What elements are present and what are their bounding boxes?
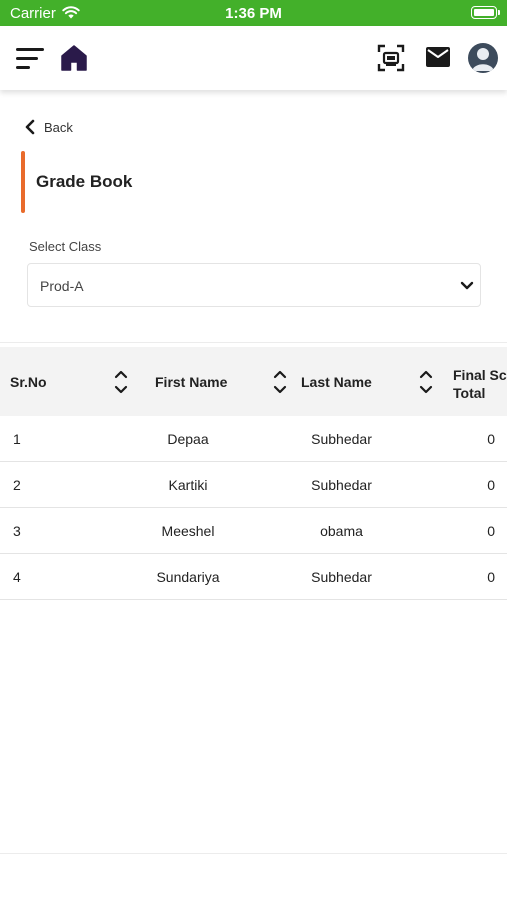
cell-final-score: 0 [487, 477, 495, 493]
cell-sr-no: 4 [13, 569, 21, 585]
battery-icon [471, 6, 500, 19]
divider [0, 342, 507, 343]
cell-first-name: Sundariya [156, 569, 220, 585]
sort-icon[interactable] [114, 369, 128, 395]
cell-first-name: Meeshel [161, 523, 215, 539]
mail-icon[interactable] [426, 47, 450, 67]
chevron-down-icon [460, 281, 474, 290]
avatar[interactable] [468, 43, 498, 73]
cell-final-score: 0 [487, 431, 495, 447]
header-last-name[interactable]: Last Name [301, 374, 372, 390]
header-first-name[interactable]: First Name [155, 374, 227, 390]
page-title: Grade Book [36, 172, 133, 191]
sort-icon[interactable] [419, 369, 433, 395]
header-final-score[interactable]: Final Sc Total [453, 367, 507, 401]
cell-final-score: 0 [487, 569, 495, 585]
header-final-score-line1: Final Sc [453, 367, 507, 383]
status-bar: Carrier 1:36 PM [0, 0, 507, 26]
cell-last-name: obama [320, 523, 363, 539]
cell-last-name: Subhedar [311, 569, 372, 585]
cell-last-name: Subhedar [311, 431, 372, 447]
cell-first-name: Kartiki [168, 477, 208, 493]
home-icon[interactable] [60, 44, 88, 72]
title-accent-bar [21, 151, 25, 213]
sort-icon[interactable] [273, 369, 287, 395]
select-class-label: Select Class [29, 239, 102, 254]
app-header [0, 26, 507, 90]
cell-first-name: Depaa [167, 431, 209, 447]
table-header: Sr.No First Name Last Name Final Sc Tota… [0, 347, 507, 416]
cell-sr-no: 3 [13, 523, 21, 539]
table-row[interactable]: 4 Sundariya Subhedar 0 [0, 554, 507, 600]
class-select-value: Prod-A [40, 278, 84, 294]
cell-last-name: Subhedar [311, 477, 372, 493]
table-row[interactable]: 3 Meeshel obama 0 [0, 508, 507, 554]
grade-table: Sr.No First Name Last Name Final Sc Tota… [0, 347, 507, 600]
header-final-score-line2: Total [453, 385, 486, 401]
back-button[interactable]: Back [24, 117, 73, 137]
user-icon [468, 43, 498, 73]
back-label: Back [44, 119, 73, 135]
cell-sr-no: 2 [13, 477, 21, 493]
table-row[interactable]: 2 Kartiki Subhedar 0 [0, 462, 507, 508]
table-row[interactable]: 1 Depaa Subhedar 0 [0, 416, 507, 462]
class-select[interactable]: Prod-A [27, 263, 481, 307]
status-time: 1:36 PM [225, 5, 282, 22]
menu-icon[interactable] [16, 48, 44, 70]
bottom-divider [0, 853, 507, 854]
cell-sr-no: 1 [13, 431, 21, 447]
scan-icon[interactable] [377, 44, 405, 72]
cell-final-score: 0 [487, 523, 495, 539]
header-sr-no[interactable]: Sr.No [10, 374, 47, 390]
chevron-left-icon [25, 119, 35, 135]
